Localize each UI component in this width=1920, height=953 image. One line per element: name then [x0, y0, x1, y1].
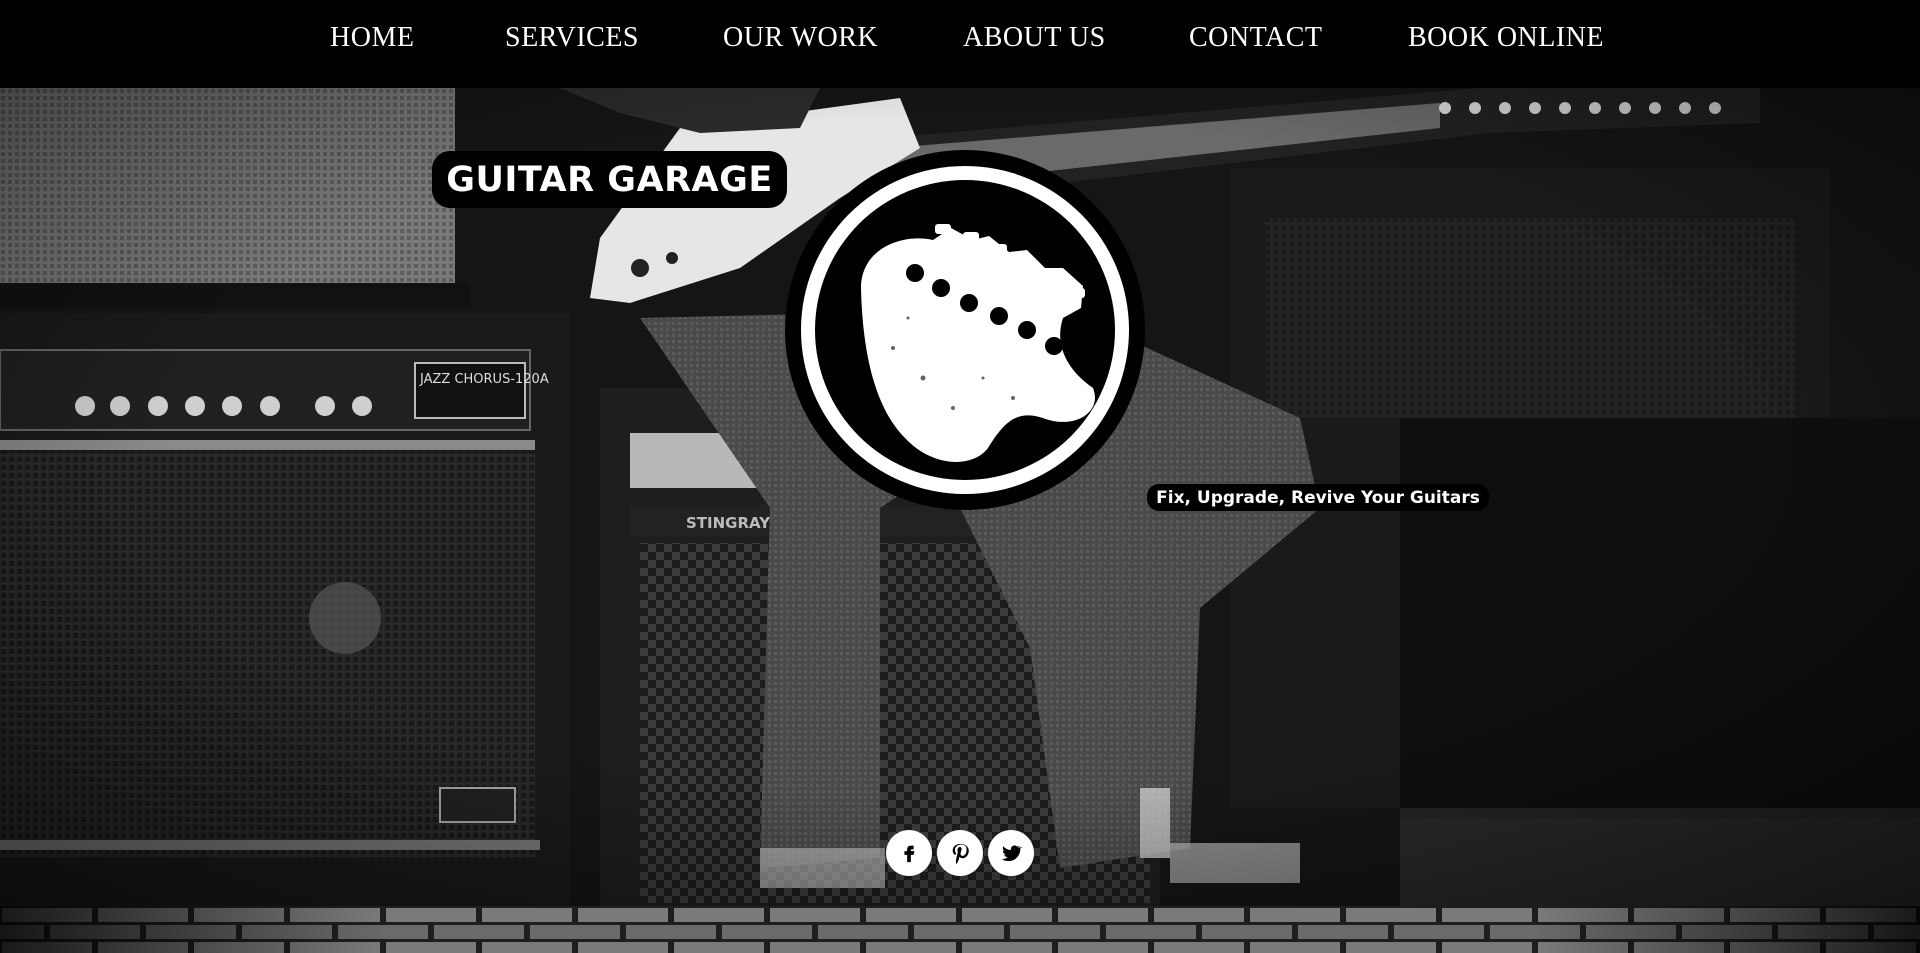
- nav-services[interactable]: SERVICES: [505, 22, 639, 54]
- twitter-icon[interactable]: [988, 830, 1034, 876]
- tagline-text: Fix, Upgrade, Revive Your Guitars: [1156, 487, 1480, 508]
- top-navigation: HOME SERVICES OUR WORK ABOUT US CONTACT …: [0, 0, 1920, 88]
- brick-wall-strip: [0, 906, 1920, 953]
- site-title-badge[interactable]: GUITAR GARAGE: [432, 151, 787, 208]
- nav-our-work[interactable]: OUR WORK: [723, 22, 878, 54]
- site-title: GUITAR GARAGE: [446, 159, 773, 200]
- nav-home[interactable]: HOME: [330, 22, 414, 54]
- nav-book-online[interactable]: BOOK ONLINE: [1408, 22, 1604, 54]
- tagline-badge: Fix, Upgrade, Revive Your Guitars: [1147, 484, 1489, 511]
- guitar-headstock-logo-icon[interactable]: [783, 148, 1147, 512]
- nav-about-us[interactable]: ABOUT US: [963, 22, 1106, 54]
- pinterest-icon[interactable]: [937, 830, 983, 876]
- nav-contact[interactable]: CONTACT: [1189, 22, 1322, 54]
- facebook-icon[interactable]: [886, 830, 932, 876]
